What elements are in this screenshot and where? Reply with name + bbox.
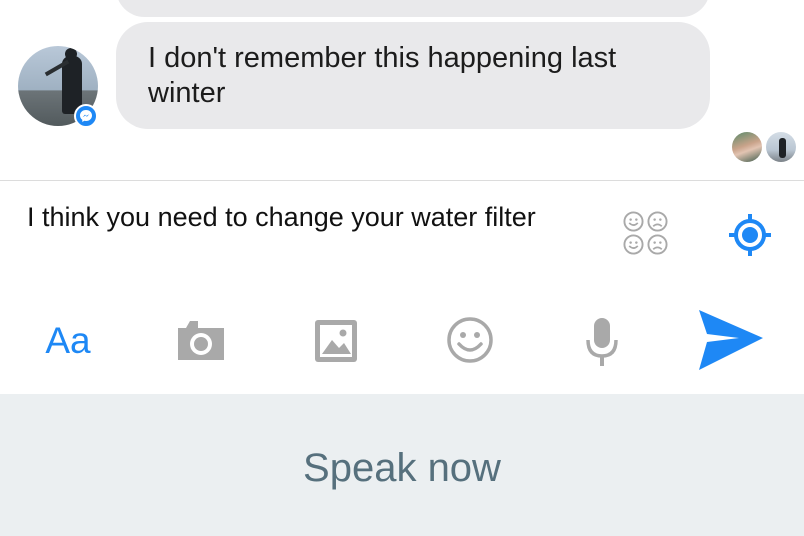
messenger-badge-icon [74,104,98,128]
previous-message-bubble[interactable] [116,0,710,17]
sad-icon [647,234,668,255]
location-icon[interactable] [727,212,773,258]
composer-divider [0,180,804,181]
message-text: I don't remember this happening last win… [148,42,617,109]
text-style-button[interactable]: Aa [40,316,96,366]
smile-icon [623,234,644,255]
aa-text-icon: Aa [45,320,91,361]
quick-reactions-button[interactable] [621,210,671,256]
speak-now-prompt: Speak now [303,446,501,490]
microphone-icon[interactable] [584,316,620,368]
send-icon[interactable] [695,308,765,372]
camera-icon[interactable] [174,318,228,362]
message-input[interactable]: I think you need to change your water fi… [27,200,587,235]
message-bubble[interactable]: I don't remember this happening last win… [116,22,710,129]
sad-icon [647,211,668,232]
smile-icon [623,211,644,232]
gallery-icon[interactable] [313,318,359,364]
emoji-icon[interactable] [446,316,494,364]
seen-avatar-2 [766,132,796,162]
seen-avatar-1 [732,132,762,162]
